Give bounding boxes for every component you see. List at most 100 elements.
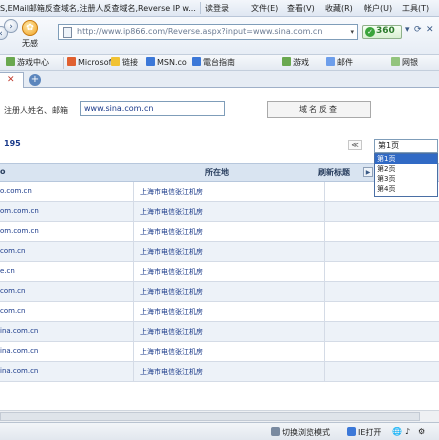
address-input[interactable]: http://www.ip866.com/Reverse.aspx?input=…: [77, 27, 332, 36]
nosafe-label: 无感: [22, 39, 38, 48]
location-cell: 上海市电信张江机房: [133, 202, 325, 221]
location-cell: 上海市电信张江机房: [133, 242, 325, 261]
prev-page-button[interactable]: ≪: [348, 140, 362, 150]
fav-game-center[interactable]: 游戏中心: [6, 57, 49, 69]
mode-icon: [271, 427, 280, 436]
domain-cell[interactable]: com.cn: [0, 287, 133, 295]
address-bar[interactable]: http://www.ip866.com/Reverse.aspx?input=…: [58, 24, 358, 40]
table-row[interactable]: om.com.cn 上海市电信张江机房: [0, 202, 439, 222]
security-360-badge[interactable]: ✓ 360: [362, 25, 402, 39]
status-bar: 切换浏览模式 IE打开 🌐 ♪ ⚙: [0, 422, 439, 440]
nosafe-icon[interactable]: ✿: [22, 20, 38, 36]
domain-column-header: o: [0, 167, 6, 176]
fav-mail[interactable]: 邮件: [326, 57, 353, 69]
speaker-icon[interactable]: ♪: [405, 427, 410, 436]
fav-links[interactable]: 链接: [111, 57, 138, 69]
reverse-lookup-button[interactable]: 域名反查: [267, 101, 371, 118]
microsoft-icon: [67, 57, 76, 66]
domain-cell[interactable]: ina.com.cn: [0, 367, 133, 375]
table-row[interactable]: ina.com.cn 上海市电信张江机房: [0, 342, 439, 362]
ie-open-button[interactable]: IE打开: [347, 427, 381, 438]
table-row[interactable]: com.cn 上海市电信张江机房: [0, 302, 439, 322]
scrollbar-thumb[interactable]: [0, 412, 420, 421]
account-menu[interactable]: 帐户(U): [364, 3, 392, 14]
page-content: 注册人姓名、邮箱 www.sina.com.cn 域名反查 195 ≪ 第1页 …: [0, 88, 439, 422]
page-option[interactable]: 第4页: [375, 184, 437, 194]
titlebar-divider: [200, 2, 201, 14]
folder-icon: [111, 57, 120, 66]
table-row[interactable]: om.com.cn 上海市电信张江机房: [0, 222, 439, 242]
location-cell: 上海市电信张江机房: [133, 342, 325, 361]
settings-icon[interactable]: ⚙: [418, 427, 425, 436]
location-cell: 上海市电信张江机房: [133, 262, 325, 281]
ie-icon: [347, 427, 356, 436]
domain-cell[interactable]: com.cn: [0, 307, 133, 315]
location-cell: 上海市电信张江机房: [133, 322, 325, 341]
domain-cell[interactable]: e.cn: [0, 267, 133, 275]
location-column-header: 所在地: [205, 168, 229, 177]
refresh-title-column-header[interactable]: 刷新标题: [318, 167, 350, 178]
radio-icon: [192, 57, 201, 66]
table-row[interactable]: com.cn 上海市电信张江机房: [0, 282, 439, 302]
page-option[interactable]: 第3页: [375, 174, 437, 184]
page-select[interactable]: 第1页: [374, 139, 438, 153]
file-menu[interactable]: 文件(E): [251, 3, 278, 14]
domain-cell[interactable]: om.com.cn: [0, 207, 133, 215]
domain-cell[interactable]: ina.com.cn: [0, 327, 133, 335]
view-menu[interactable]: 查看(V): [287, 3, 315, 14]
domain-cell[interactable]: om.com.cn: [0, 227, 133, 235]
bank-icon: [391, 57, 400, 66]
refresh-icon[interactable]: ⟳: [414, 25, 422, 35]
globe-icon[interactable]: 🌐: [392, 427, 402, 436]
page-select-dropdown: 第1页 第2页 第3页 第4页: [374, 153, 438, 197]
domain-cell[interactable]: com.cn: [0, 247, 133, 255]
location-cell: 上海市电信张江机房: [133, 222, 325, 241]
table-row[interactable]: ina.com.cn 上海市电信张江机房: [0, 362, 439, 382]
favorites-bar: 游戏中心 Microsoft 链接 MSN.co 電台指南 游戏 邮件 网银: [0, 55, 439, 71]
favorites-menu[interactable]: 收藏(R): [325, 3, 353, 14]
forward-arrow-icon: ›: [9, 22, 13, 32]
window-title: S,EMail邮箱反查域名,注册人反查域名,Reverse IP w...: [0, 4, 196, 13]
fav-online-banking[interactable]: 网银: [391, 57, 418, 69]
table-row[interactable]: e.cn 上海市电信张江机房: [0, 262, 439, 282]
navigation-toolbar: ‹ › ✿ 无感 http://www.ip866.com/Reverse.as…: [0, 17, 439, 55]
checkmark-icon: ✓: [365, 27, 375, 37]
games-icon: [282, 57, 291, 66]
location-cell: 上海市电信张江机房: [133, 302, 325, 321]
table-row[interactable]: com.cn 上海市电信张江机房: [0, 242, 439, 262]
close-tab-icon[interactable]: ✕: [7, 75, 15, 85]
result-count: 195: [4, 139, 21, 148]
msn-icon: [146, 57, 155, 66]
game-icon: [6, 57, 15, 66]
page-icon: [63, 27, 72, 38]
window-titlebar: S,EMail邮箱反查域名,注册人反查域名,Reverse IP w... 读登…: [0, 0, 439, 17]
forward-button[interactable]: ›: [4, 19, 18, 33]
switch-browse-mode-button[interactable]: 切换浏览模式: [271, 427, 330, 438]
login-menu-item[interactable]: 读登录: [205, 3, 229, 14]
favorites-divider: [63, 57, 64, 69]
address-dropdown-icon[interactable]: ▾: [350, 28, 354, 36]
tab-current[interactable]: ✕: [0, 72, 24, 88]
location-cell: 上海市电信张江机房: [133, 362, 325, 381]
location-cell: 上海市电信张江机房: [133, 182, 325, 201]
horizontal-scrollbar[interactable]: [0, 410, 439, 422]
page-option[interactable]: 第1页: [375, 154, 437, 164]
fav-microsoft[interactable]: Microsoft: [67, 57, 114, 69]
stop-icon[interactable]: ✕: [426, 25, 434, 35]
fav-msn[interactable]: MSN.co: [146, 57, 187, 69]
sort-arrow-icon[interactable]: ▶: [363, 167, 373, 177]
search-input[interactable]: www.sina.com.cn: [80, 101, 225, 116]
domain-cell[interactable]: o.com.cn: [0, 187, 133, 195]
tools-menu[interactable]: 工具(T): [402, 3, 429, 14]
fav-games[interactable]: 游戏: [282, 57, 309, 69]
security-label: 360: [376, 26, 395, 36]
fav-radio-guide[interactable]: 電台指南: [192, 57, 235, 69]
page-option[interactable]: 第2页: [375, 164, 437, 174]
table-row[interactable]: ina.com.cn 上海市电信张江机房: [0, 322, 439, 342]
mail-icon: [326, 57, 335, 66]
search-label: 注册人姓名、邮箱: [4, 106, 68, 115]
new-tab-button[interactable]: +: [29, 74, 41, 86]
security-dropdown-icon[interactable]: ▾: [405, 25, 410, 35]
domain-cell[interactable]: ina.com.cn: [0, 347, 133, 355]
location-cell: 上海市电信张江机房: [133, 282, 325, 301]
